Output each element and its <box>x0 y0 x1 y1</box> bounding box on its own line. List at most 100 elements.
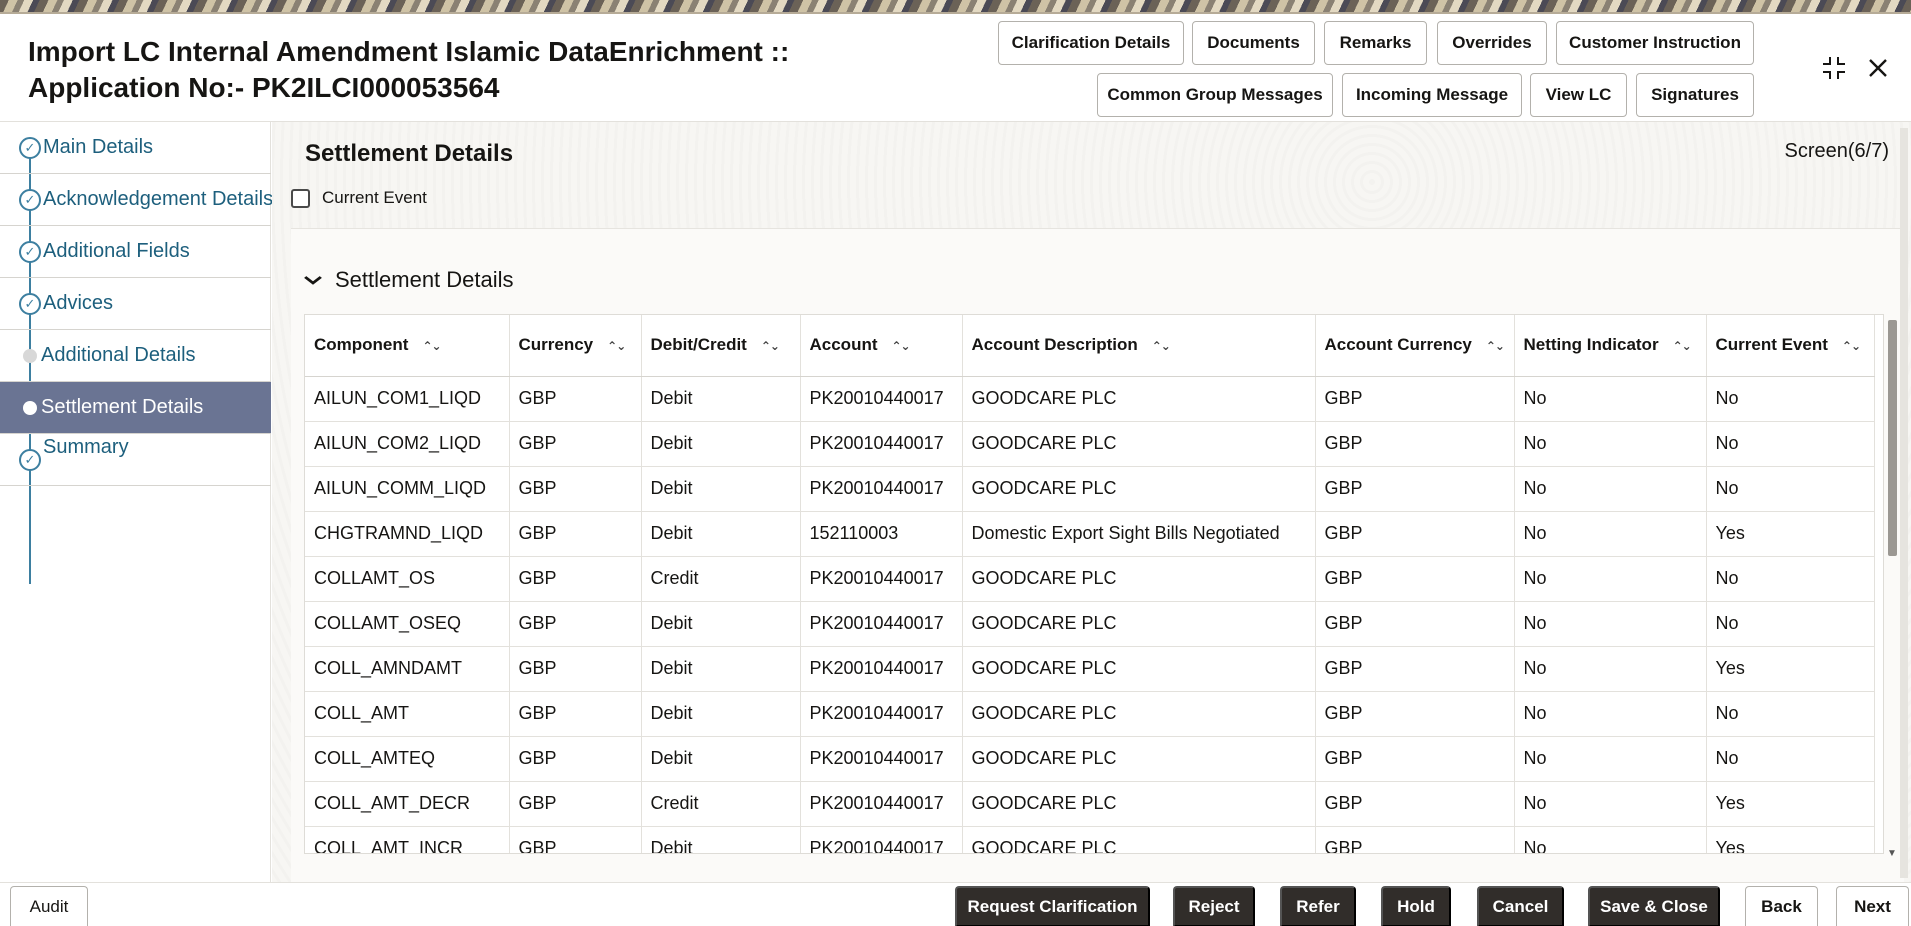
table-row[interactable]: COLL_AMT_DECRGBPCreditPK20010440017GOODC… <box>305 781 1874 826</box>
table-cell: Debit <box>641 736 800 781</box>
table-cell: GOODCARE PLC <box>962 466 1315 511</box>
documents-button[interactable]: Documents <box>1192 21 1315 65</box>
table-cell: No <box>1514 466 1706 511</box>
sidebar-item-advices[interactable]: ✓ Advices <box>0 278 271 330</box>
check-circle-icon: ✓ <box>19 293 41 315</box>
column-header-account-currency[interactable]: Account Currency⌃⌄ <box>1315 315 1514 376</box>
refer-button[interactable]: Refer <box>1280 886 1356 926</box>
sidebar-item-main-details[interactable]: ✓ Main Details <box>0 122 271 174</box>
table-cell: No <box>1514 646 1706 691</box>
sidebar-item-additional-details[interactable]: Additional Details <box>0 330 271 382</box>
column-header-account[interactable]: Account⌃⌄ <box>800 315 962 376</box>
table-row[interactable]: AILUN_COM2_LIQDGBPDebitPK20010440017GOOD… <box>305 421 1874 466</box>
remarks-button[interactable]: Remarks <box>1324 21 1427 65</box>
column-header-component[interactable]: Component⌃⌄ <box>305 315 509 376</box>
sidebar-item-label: Summary <box>43 436 129 459</box>
page-scrollbar[interactable] <box>1900 128 1908 878</box>
page-header: Import LC Internal Amendment Islamic Dat… <box>0 14 1911 122</box>
reject-button[interactable]: Reject <box>1173 886 1255 926</box>
table-cell: Yes <box>1706 646 1874 691</box>
table-cell: No <box>1514 556 1706 601</box>
table-scrollbar[interactable]: ▼ <box>1886 320 1898 845</box>
page-title: Import LC Internal Amendment Islamic Dat… <box>28 36 789 68</box>
table-cell: GOODCARE PLC <box>962 601 1315 646</box>
table-cell: PK20010440017 <box>800 736 962 781</box>
table-row[interactable]: AILUN_COM1_LIQDGBPDebitPK20010440017GOOD… <box>305 376 1874 421</box>
column-header-netting-indicator[interactable]: Netting Indicator ⌃⌄ <box>1514 315 1706 376</box>
section-title: Settlement Details <box>305 140 513 168</box>
table-cell: Debit <box>641 601 800 646</box>
table-cell: No <box>1514 421 1706 466</box>
sidebar-item-acknowledgement-details[interactable]: ✓ Acknowledgement Details <box>0 174 271 226</box>
table-scrollbar-thumb[interactable] <box>1888 320 1897 556</box>
column-header-label: Netting Indicator <box>1524 335 1659 354</box>
request-clarification-button[interactable]: Request Clarification <box>955 886 1150 926</box>
sort-icon[interactable]: ⌃⌄ <box>607 339 625 353</box>
audit-button[interactable]: Audit <box>10 886 88 926</box>
current-event-checkbox[interactable] <box>291 189 310 208</box>
view-lc-button[interactable]: View LC <box>1530 73 1627 117</box>
table-cell: No <box>1514 376 1706 421</box>
sort-icon[interactable]: ⌃⌄ <box>1842 339 1860 353</box>
save-close-button[interactable]: Save & Close <box>1588 886 1720 926</box>
sort-icon[interactable]: ⌃⌄ <box>1673 339 1691 353</box>
table-row[interactable]: CHGTRAMND_LIQDGBPDebit152110003Domestic … <box>305 511 1874 556</box>
sidebar-item-settlement-details[interactable]: Settlement Details <box>0 382 271 434</box>
table-cell: No <box>1706 421 1874 466</box>
sort-icon[interactable]: ⌃⌄ <box>761 339 779 353</box>
column-header-debit-credit[interactable]: Debit/Credit⌃⌄ <box>641 315 800 376</box>
table-cell: Debit <box>641 691 800 736</box>
table-cell: GBP <box>1315 421 1514 466</box>
table-cell: GBP <box>509 421 641 466</box>
cancel-button[interactable]: Cancel <box>1477 886 1564 926</box>
signatures-button[interactable]: Signatures <box>1636 73 1754 117</box>
main-content: Settlement Details Screen(6/7) Current E… <box>272 122 1911 882</box>
hold-button[interactable]: Hold <box>1381 886 1451 926</box>
column-header-current-event[interactable]: Current Event ⌃⌄ <box>1706 315 1874 376</box>
pending-step-icon <box>23 349 37 363</box>
scroll-down-arrow-icon[interactable]: ▼ <box>1887 848 1897 859</box>
column-header-label: Current Event <box>1716 335 1828 354</box>
table-cell: Debit <box>641 646 800 691</box>
table-row[interactable]: AILUN_COMM_LIQDGBPDebitPK20010440017GOOD… <box>305 466 1874 511</box>
sort-icon[interactable]: ⌃⌄ <box>1152 339 1170 353</box>
current-event-checkbox-row[interactable]: Current Event <box>291 188 427 208</box>
incoming-message-button[interactable]: Incoming Message <box>1342 73 1522 117</box>
table-cell: GBP <box>1315 691 1514 736</box>
compress-icon[interactable] <box>1820 54 1848 82</box>
table-cell: GBP <box>509 511 641 556</box>
back-button[interactable]: Back <box>1745 886 1818 926</box>
column-header-currency[interactable]: Currency⌃⌄ <box>509 315 641 376</box>
table-cell: GBP <box>509 376 641 421</box>
table-cell: No <box>1514 511 1706 556</box>
table-cell: Debit <box>641 826 800 854</box>
table-row[interactable]: COLL_AMTGBPDebitPK20010440017GOODCARE PL… <box>305 691 1874 736</box>
column-header-account-description[interactable]: Account Description⌃⌄ <box>962 315 1315 376</box>
common-group-messages-button[interactable]: Common Group Messages <box>1097 73 1333 117</box>
table-cell: GBP <box>1315 781 1514 826</box>
table-row[interactable]: COLLAMT_OSEQGBPDebitPK20010440017GOODCAR… <box>305 601 1874 646</box>
settlement-panel-toggle[interactable]: Settlement Details <box>305 267 514 293</box>
table-cell: PK20010440017 <box>800 781 962 826</box>
sort-icon[interactable]: ⌃⌄ <box>1486 339 1504 353</box>
table-cell: GBP <box>1315 601 1514 646</box>
table-row[interactable]: COLL_AMNDAMTGBPDebitPK20010440017GOODCAR… <box>305 646 1874 691</box>
close-icon[interactable] <box>1864 54 1892 82</box>
table-cell: GBP <box>509 466 641 511</box>
table-row[interactable]: COLL_AMTEQGBPDebitPK20010440017GOODCARE … <box>305 736 1874 781</box>
sidebar-item-additional-fields[interactable]: ✓ Additional Fields <box>0 226 271 278</box>
sidebar-item-summary[interactable]: ✓ Summary <box>0 434 271 486</box>
action-footer: Audit Request Clarification Reject Refer… <box>0 882 1911 926</box>
application-number: Application No:- PK2ILCI000053564 <box>28 72 499 104</box>
next-button[interactable]: Next <box>1836 886 1909 926</box>
table-row[interactable]: COLL_AMT_INCRGBPDebitPK20010440017GOODCA… <box>305 826 1874 854</box>
table-cell: PK20010440017 <box>800 601 962 646</box>
sort-icon[interactable]: ⌃⌄ <box>422 339 440 353</box>
settlement-panel: Settlement Details Component⌃⌄ Currency⌃… <box>291 228 1904 882</box>
customer-instruction-button[interactable]: Customer Instruction <box>1556 21 1754 65</box>
clarification-details-button[interactable]: Clarification Details <box>998 21 1184 65</box>
table-cell: PK20010440017 <box>800 826 962 854</box>
table-row[interactable]: COLLAMT_OSGBPCreditPK20010440017GOODCARE… <box>305 556 1874 601</box>
sort-icon[interactable]: ⌃⌄ <box>892 339 910 353</box>
overrides-button[interactable]: Overrides <box>1437 21 1547 65</box>
